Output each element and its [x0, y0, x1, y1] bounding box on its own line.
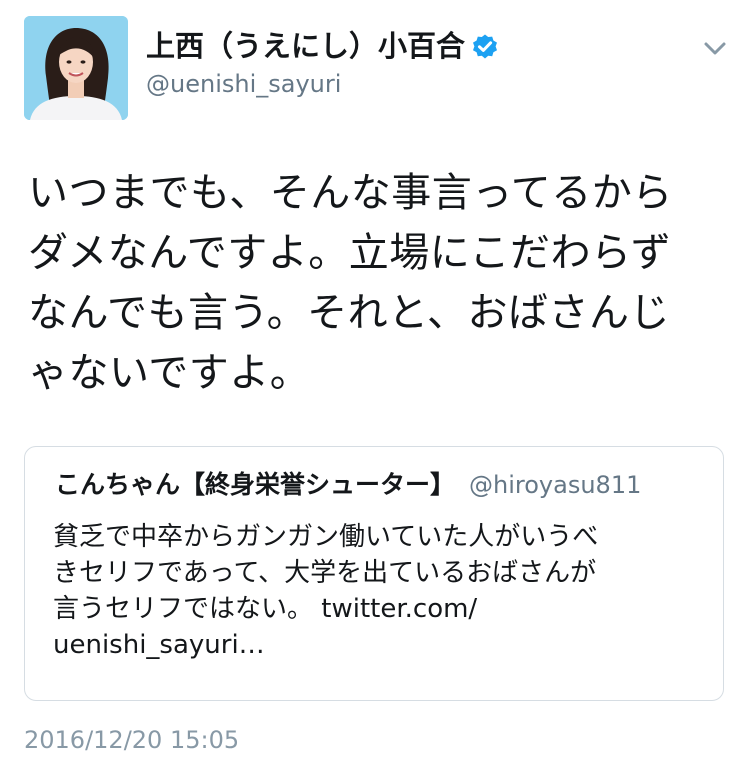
- quoted-tweet-text-line: 貧乏で中卒からガンガン働いていた人がいうべ: [53, 522, 599, 552]
- verified-badge-icon: [471, 31, 499, 59]
- quoted-tweet-author-handle: @hiroyasu811: [469, 471, 642, 499]
- tweet-text: いつまでも、そんな事言ってるから ダメなんですよ。立場にこだわらず なんでも言う…: [28, 163, 728, 403]
- quoted-tweet-author-name: こんちゃん【終身栄誉シューター】: [55, 470, 456, 499]
- quoted-tweet-header: こんちゃん【終身栄誉シューター】 @hiroyasu811: [55, 467, 641, 506]
- quoted-tweet-text-line: uenishi_sayuri…: [53, 630, 265, 660]
- display-name[interactable]: 上西（うえにし）小百合: [146, 26, 499, 66]
- quoted-tweet-text-line: きセリフであって、大学を出ているおばさんが: [53, 558, 597, 588]
- tweet-text-line: ゃないですよ。: [28, 350, 311, 396]
- chevron-down-icon[interactable]: [700, 36, 730, 60]
- tweet-timestamp[interactable]: 2016/12/20 15:05: [24, 723, 239, 757]
- user-handle[interactable]: @uenishi_sayuri: [146, 68, 341, 100]
- quoted-tweet-text-line: 言うセリフではない。 twitter.com/: [53, 594, 478, 624]
- tweet-text-line: ダメなんですよ。立場にこだわらず: [28, 230, 672, 276]
- quoted-tweet-card[interactable]: こんちゃん【終身栄誉シューター】 @hiroyasu811 貧乏で中卒からガンガン…: [24, 446, 724, 701]
- quoted-tweet-text: 貧乏で中卒からガンガン働いていた人がいうべ きセリフであって、大学を出ているおば…: [53, 519, 703, 663]
- avatar[interactable]: [24, 16, 128, 120]
- profile-photo-icon: [24, 16, 128, 120]
- tweet-text-line: いつまでも、そんな事言ってるから: [28, 170, 673, 216]
- display-name-text: 上西（うえにし）小百合: [146, 29, 466, 63]
- tweet-text-line: なんでも言う。それと、おばさんじ: [28, 290, 670, 336]
